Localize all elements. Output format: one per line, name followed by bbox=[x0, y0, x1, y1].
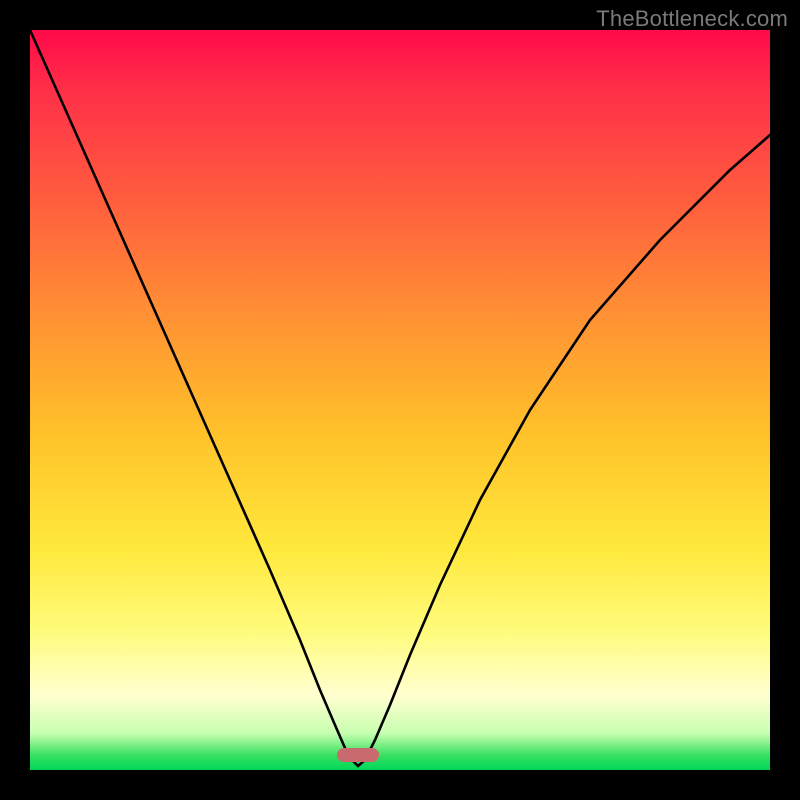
bottleneck-curve bbox=[30, 30, 770, 770]
watermark-text: TheBottleneck.com bbox=[596, 6, 788, 32]
target-zone-marker bbox=[337, 748, 379, 762]
chart-frame bbox=[30, 30, 770, 770]
